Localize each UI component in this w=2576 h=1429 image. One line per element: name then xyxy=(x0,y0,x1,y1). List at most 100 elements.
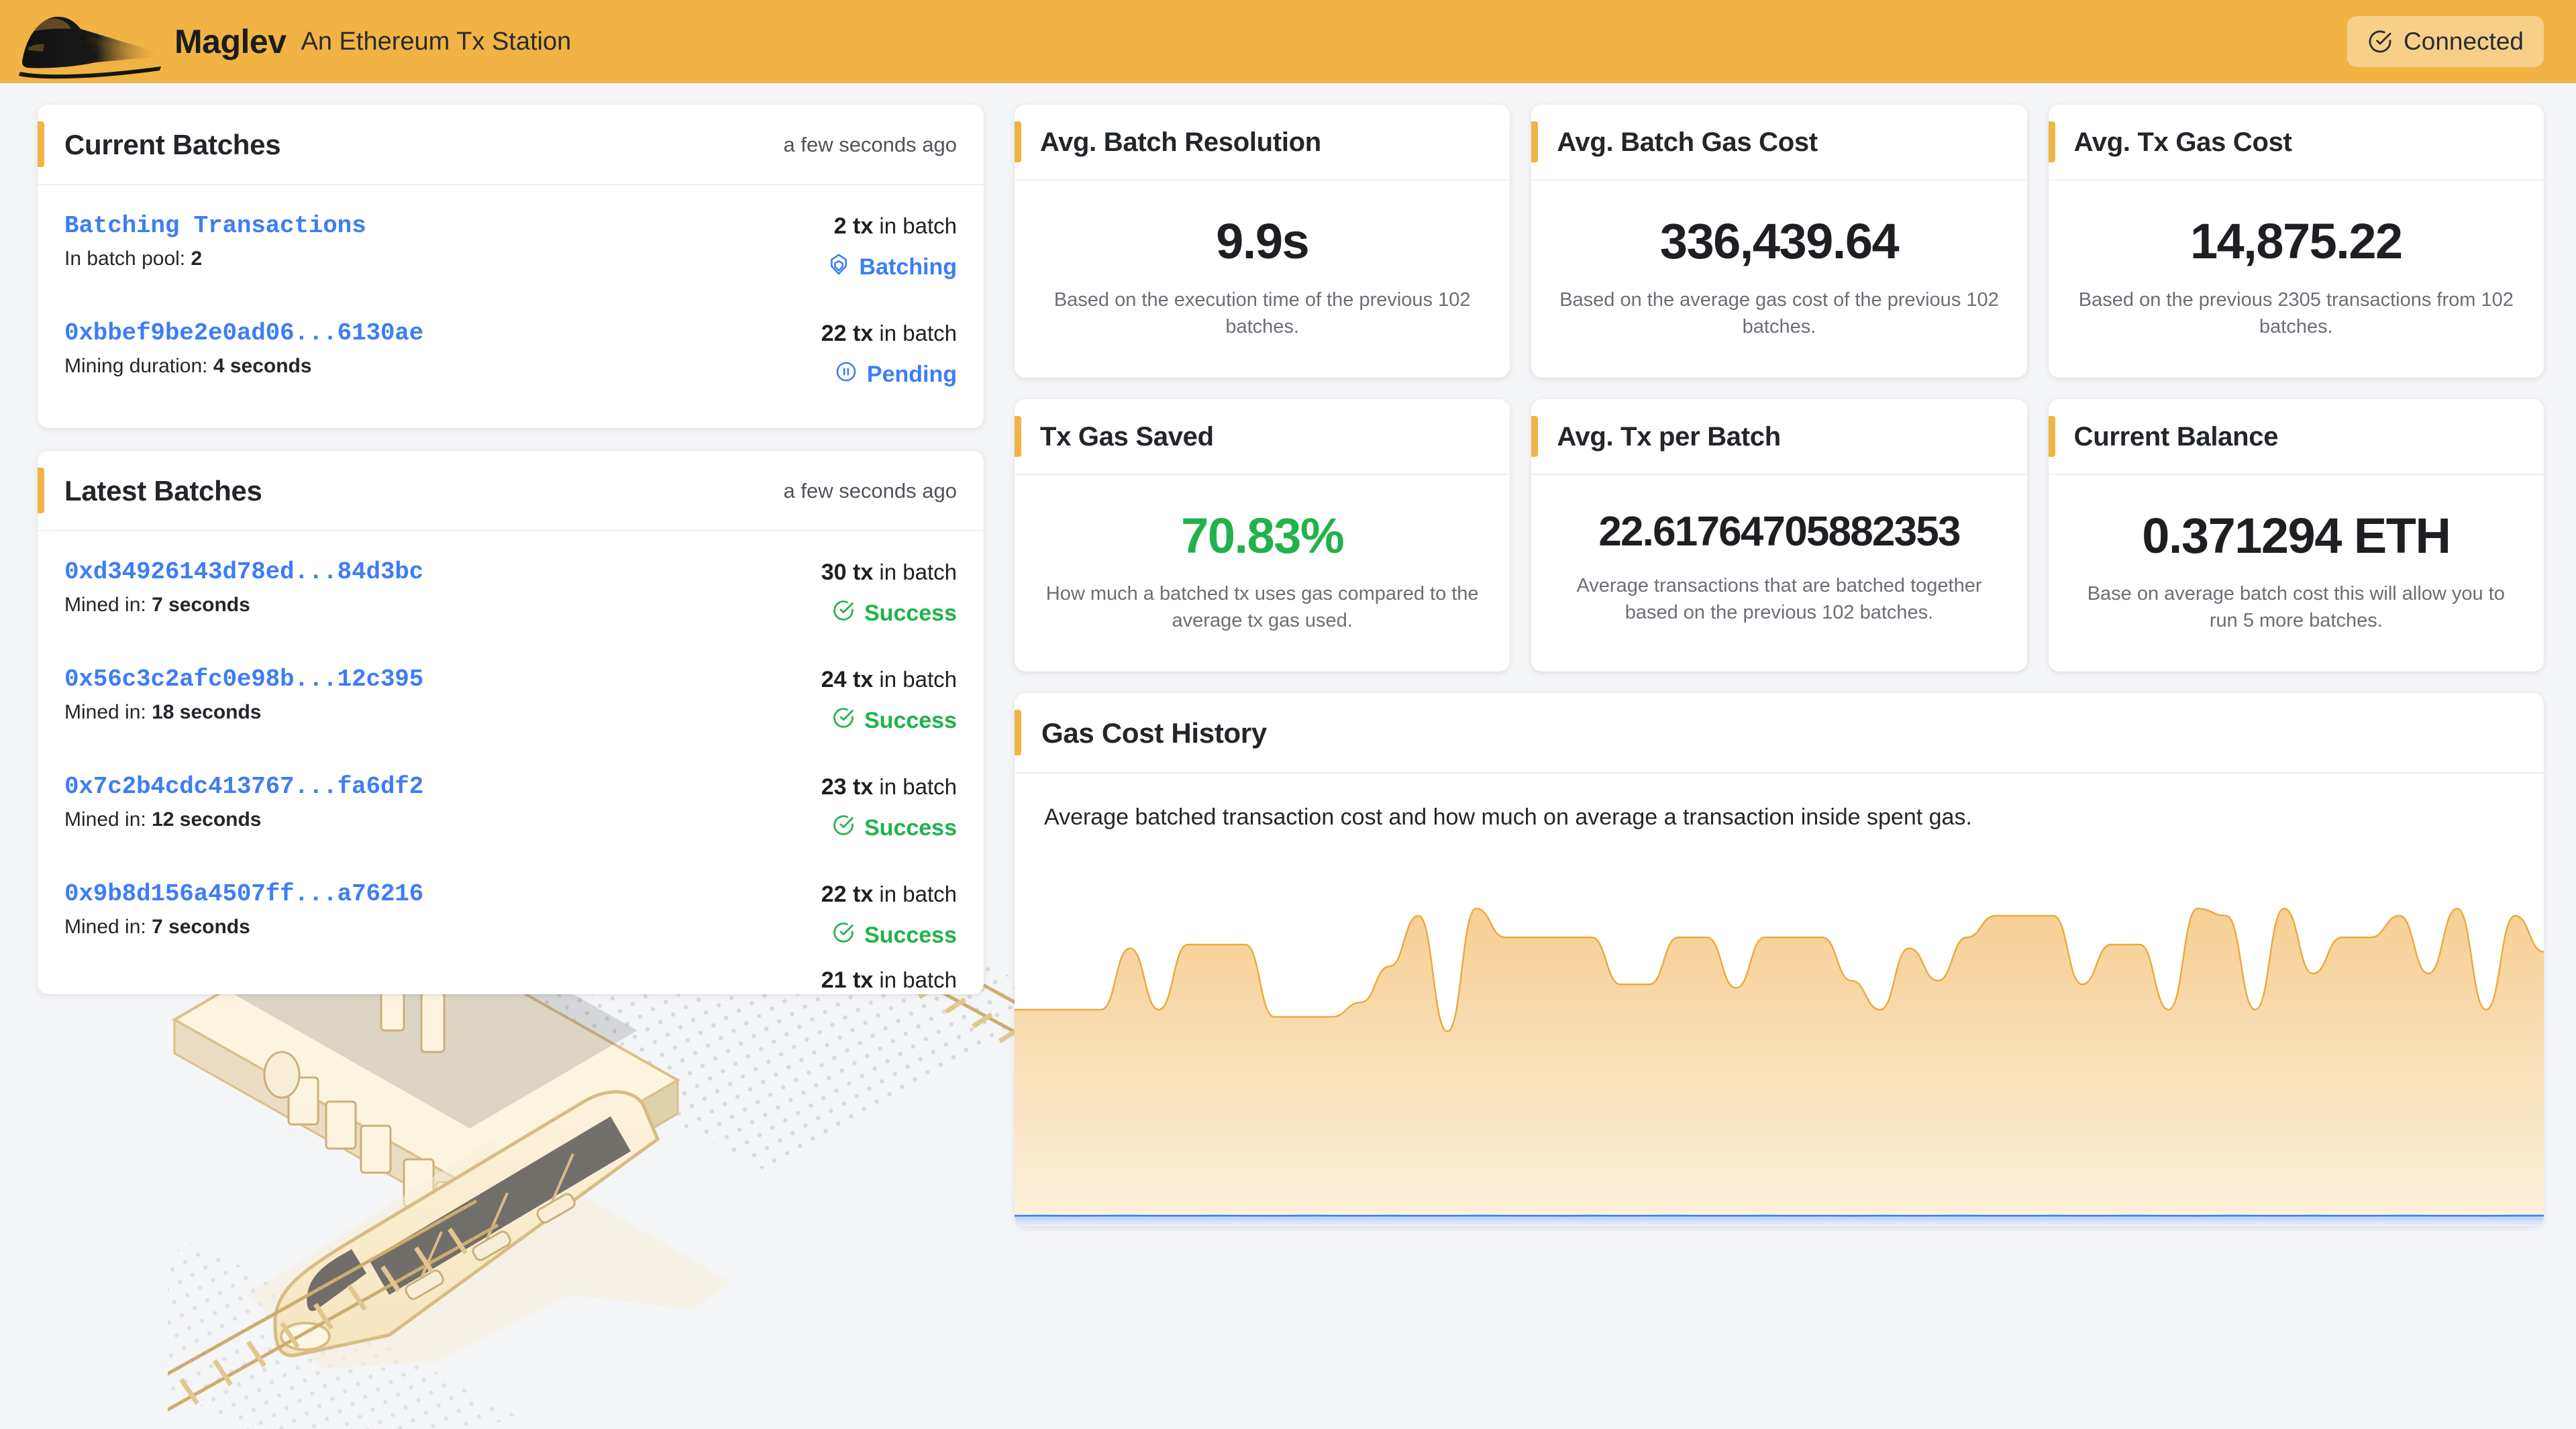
table-row[interactable]: 0xbbef9be2e0ad06...6130ae Mining duratio… xyxy=(38,299,984,407)
stat-card-title: Avg. Batch Gas Cost xyxy=(1557,127,1818,157)
pause-circle-icon xyxy=(835,360,858,389)
batch-sub-label: Mined in: xyxy=(64,701,146,723)
table-row[interactable]: 0x9b8d156a4507ff...a76216 Mined in: 7 se… xyxy=(38,860,984,967)
batch-tx-count-suffix: in batch xyxy=(879,213,957,238)
batch-hash-link[interactable]: Batching Transactions xyxy=(64,212,827,240)
latest-batches-list: 0xd34926143d78ed...84d3bc Mined in: 7 se… xyxy=(38,531,984,994)
table-row-clipped[interactable]: 21 tx in batch xyxy=(38,967,984,994)
batch-tx-count-value: 2 tx xyxy=(833,213,874,239)
stat-value: 22.61764705882353 xyxy=(1598,508,1961,555)
batch-tx-count: 2 tx in batch xyxy=(827,213,957,240)
stat-card-title: Avg. Tx per Batch xyxy=(1557,421,1781,452)
batch-tx-count: 24 tx in batch xyxy=(821,667,957,693)
batch-tx-count: 30 tx in batch xyxy=(821,560,957,586)
left-column: Current Batches a few seconds ago Batchi… xyxy=(38,105,984,1429)
batch-sub-label: Mining duration: xyxy=(64,355,208,377)
gas-cost-history-card: Gas Cost History Average batched transac… xyxy=(1015,693,2544,1227)
maglev-train-logo-icon xyxy=(16,5,165,79)
batch-tx-count-suffix: in batch xyxy=(879,967,957,992)
app-title: Maglev xyxy=(174,23,287,60)
batch-tx-count-suffix: in batch xyxy=(879,882,957,906)
batch-sub-value: 4 seconds xyxy=(213,355,312,377)
stat-description: Average transactions that are batched to… xyxy=(1576,574,1982,623)
status-badge: Batching xyxy=(827,253,957,282)
status-badge: Success xyxy=(821,706,957,735)
stat-card-header: Avg. Batch Gas Cost xyxy=(1531,105,2027,180)
stat-card-avg-tx-gas-cost: Avg. Tx Gas Cost 14,875.22 Based on the … xyxy=(2048,105,2544,378)
batch-meta: 21 tx in batch xyxy=(821,967,957,994)
latest-batches-header: Latest Batches a few seconds ago xyxy=(38,451,984,531)
batch-hash-link[interactable]: 0xbbef9be2e0ad06...6130ae xyxy=(64,319,821,347)
batch-meta: 24 tx in batch Success xyxy=(821,666,957,735)
status-badge-label: Success xyxy=(864,815,957,841)
batch-tx-count-value: 22 tx xyxy=(821,321,874,346)
check-circle-icon xyxy=(832,599,855,628)
stat-card-header: Current Balance xyxy=(2048,399,2544,475)
stat-card-avg-batch-gas-cost: Avg. Batch Gas Cost 336,439.64 Based on … xyxy=(1531,105,2027,378)
gas-cost-history-chart[interactable] xyxy=(1015,851,2544,1227)
batch-hash-link[interactable]: 0x56c3c2afc0e98b...12c395 xyxy=(64,666,821,693)
stat-card-header: Avg. Batch Resolution xyxy=(1015,105,1510,180)
stat-description: How much a batched tx uses gas compared … xyxy=(1045,583,1479,632)
current-batches-title: Current Batches xyxy=(64,129,281,160)
stat-card-title: Current Balance xyxy=(2073,421,2279,452)
app-header: Maglev An Ethereum Tx Station Connected xyxy=(0,0,2576,83)
stat-card-header: Avg. Tx Gas Cost xyxy=(2048,105,2544,180)
latest-batches-title: Latest Batches xyxy=(64,475,262,507)
status-badge: Pending xyxy=(821,360,957,389)
current-batches-updated: a few seconds ago xyxy=(783,133,957,156)
gas-cost-area-chart[interactable] xyxy=(1015,851,2544,1227)
check-circle-icon xyxy=(832,814,855,843)
stat-card-body: 0.371294 ETH Base on average batch cost … xyxy=(2049,475,2544,672)
batch-tx-count-suffix: in batch xyxy=(879,321,957,346)
batch-info: 0xd34926143d78ed...84d3bc Mined in: 7 se… xyxy=(64,558,821,617)
stats-grid: Avg. Batch Resolution 9.9s Based on the … xyxy=(1015,105,2544,672)
batch-hash-link[interactable]: 0x9b8d156a4507ff...a76216 xyxy=(64,880,821,908)
batch-tx-count: 22 tx in batch xyxy=(821,882,957,908)
current-batches-card: Current Batches a few seconds ago Batchi… xyxy=(38,105,984,428)
batch-hash-link[interactable]: 0xd34926143d78ed...84d3bc xyxy=(64,558,821,586)
batching-icon xyxy=(827,253,850,282)
stat-value: 0.371294 ETH xyxy=(2142,507,2451,564)
batch-tx-count: 23 tx in batch xyxy=(821,774,957,800)
status-badge-label: Batching xyxy=(859,254,957,280)
stat-card-current-balance: Current Balance 0.371294 ETH Base on ave… xyxy=(2048,399,2544,672)
stat-description: Based on the previous 2305 transactions … xyxy=(2078,288,2514,337)
batch-subtext: In batch pool: 2 xyxy=(64,248,827,270)
batch-sub-value: 2 xyxy=(191,248,203,270)
latest-batches-updated: a few seconds ago xyxy=(783,479,957,502)
batch-sub-value: 7 seconds xyxy=(152,594,250,616)
batch-info: 0xbbef9be2e0ad06...6130ae Mining duratio… xyxy=(64,319,821,378)
stat-card-body: 14,875.22 Based on the previous 2305 tra… xyxy=(2049,180,2544,378)
batch-tx-count-value: 23 tx xyxy=(821,774,874,800)
latest-batches-card: Latest Batches a few seconds ago 0xd3492… xyxy=(38,451,984,994)
table-row[interactable]: 0x56c3c2afc0e98b...12c395 Mined in: 18 s… xyxy=(38,645,984,753)
stat-card-title: Tx Gas Saved xyxy=(1040,421,1214,452)
connection-status-badge[interactable]: Connected xyxy=(2347,16,2544,67)
stat-card-header: Tx Gas Saved xyxy=(1015,399,1510,475)
batch-subtext: Mined in: 7 seconds xyxy=(64,594,821,617)
batch-tx-count: 22 tx in batch xyxy=(821,321,957,347)
batch-subtext: Mined in: 12 seconds xyxy=(64,808,821,831)
batch-tx-count-suffix: in batch xyxy=(879,774,957,799)
check-circle-icon xyxy=(832,706,855,735)
stat-card-header: Avg. Tx per Batch xyxy=(1531,399,2027,475)
status-badge: Success xyxy=(821,814,957,843)
batch-info: 0x9b8d156a4507ff...a76216 Mined in: 7 se… xyxy=(64,880,821,939)
batch-subtext: Mining duration: 4 seconds xyxy=(64,355,821,378)
batch-meta: 23 tx in batch Success xyxy=(821,773,957,843)
stat-card-avg-tx-per-batch: Avg. Tx per Batch 22.61764705882353 Aver… xyxy=(1531,399,2027,672)
table-row[interactable]: Batching Transactions In batch pool: 2 2… xyxy=(38,192,984,299)
batch-hash-link[interactable]: 0x7c2b4cdc413767...fa6df2 xyxy=(64,773,821,800)
batch-tx-count-value: 24 tx xyxy=(821,667,874,692)
status-badge-label: Pending xyxy=(866,362,957,387)
status-badge-label: Success xyxy=(864,922,957,948)
batch-info: Batching Transactions In batch pool: 2 xyxy=(64,212,827,270)
stat-value: 70.83% xyxy=(1181,507,1344,564)
table-row[interactable]: 0x7c2b4cdc413767...fa6df2 Mined in: 12 s… xyxy=(38,753,984,860)
batch-meta: 22 tx in batch Pending xyxy=(821,319,957,389)
table-row[interactable]: 0xd34926143d78ed...84d3bc Mined in: 7 se… xyxy=(38,538,984,645)
batch-sub-label: In batch pool: xyxy=(64,248,186,270)
batch-info: 0x56c3c2afc0e98b...12c395 Mined in: 18 s… xyxy=(64,666,821,724)
batch-tx-count-value: 21 tx xyxy=(821,967,874,993)
